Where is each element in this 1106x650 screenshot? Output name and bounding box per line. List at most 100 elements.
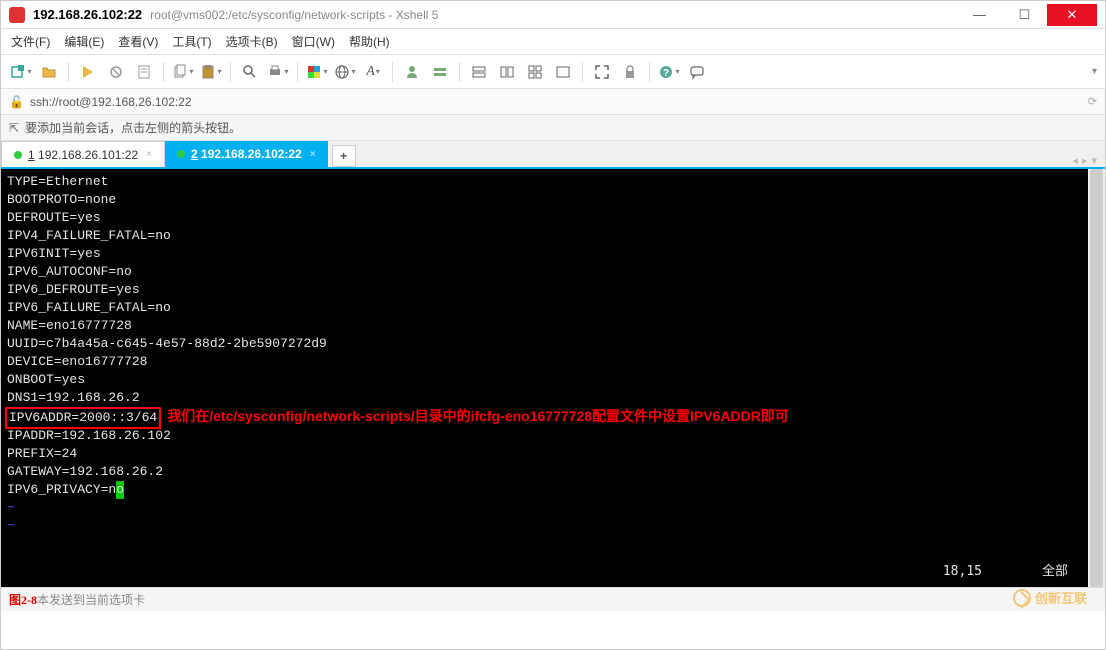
terminal-line: GATEWAY=192.168.26.2 (7, 464, 163, 479)
fullscreen-button[interactable] (590, 60, 614, 84)
new-tab-button[interactable]: + (332, 145, 356, 167)
vim-status-line: 18,15全部 (883, 563, 1068, 581)
copy-button[interactable] (171, 60, 195, 84)
terminal-line: IPADDR=192.168.26.102 (7, 428, 171, 443)
terminal-line: NAME=eno16777728 (7, 318, 132, 333)
address-bar: 🔓 ssh://root@192.168.26.102:22 ⟳ (1, 89, 1105, 115)
menu-window[interactable]: 窗口(W) (292, 33, 335, 50)
color-scheme-button[interactable] (305, 60, 329, 84)
toolbar-expand[interactable]: ▾ (1092, 66, 1097, 77)
toolbar: A ? ▾ (1, 55, 1105, 89)
menu-help[interactable]: 帮助(H) (349, 33, 390, 50)
tab-close-icon[interactable]: × (146, 149, 152, 160)
open-button[interactable] (37, 60, 61, 84)
layout-horizontal-button[interactable] (467, 60, 491, 84)
address-text[interactable]: ssh://root@192.168.26.102:22 (30, 95, 1088, 109)
terminal-line: BOOTPROTO=none (7, 192, 116, 207)
terminal-line: DEFROUTE=yes (7, 210, 101, 225)
minimize-button[interactable]: — (957, 4, 1002, 26)
terminal-scrollbar[interactable] (1088, 169, 1105, 587)
scrollbar-thumb[interactable] (1090, 169, 1103, 587)
chat-button[interactable] (685, 60, 709, 84)
layout-vertical-button[interactable] (495, 60, 519, 84)
tab-menu-icon[interactable]: ▾ (1091, 154, 1097, 167)
menu-tab[interactable]: 选项卡(B) (226, 33, 278, 50)
help-icon-button[interactable]: ? (657, 60, 681, 84)
tab-next-icon[interactable]: ▸ (1082, 154, 1088, 167)
status-bar: 图2-8本发送到当前选项卡 (1, 587, 1105, 611)
lock-button[interactable] (618, 60, 642, 84)
toolbar-sep (582, 62, 583, 82)
new-session-button[interactable] (9, 60, 33, 84)
toolbar-sep (230, 62, 231, 82)
user-button[interactable] (400, 60, 424, 84)
app-icon (9, 7, 25, 23)
reconnect-button[interactable] (76, 60, 100, 84)
address-refresh-icon[interactable]: ⟳ (1088, 95, 1097, 108)
terminal-container: TYPE=Ethernet BOOTPROTO=none DEFROUTE=ye… (1, 169, 1105, 587)
print-button[interactable] (266, 60, 290, 84)
toolbar-sep (459, 62, 460, 82)
titlebar: 192.168.26.102:22 root@vms002:/etc/sysco… (1, 1, 1105, 29)
terminal-line: IPV6_DEFROUTE=yes (7, 282, 140, 297)
add-session-arrow-icon[interactable]: ⇱ (9, 121, 19, 135)
font-button[interactable]: A (361, 60, 385, 84)
layout-grid-button[interactable] (523, 60, 547, 84)
annotation-text: 我们在/etc/sysconfig/network-scripts/目录中的if… (167, 408, 789, 424)
close-button[interactable]: ✕ (1047, 4, 1097, 26)
tab-bar: 1 192.168.26.101:22 × 2 192.168.26.102:2… (1, 141, 1105, 169)
menu-edit[interactable]: 编辑(E) (64, 33, 104, 50)
properties-button[interactable] (132, 60, 156, 84)
session-tab-1[interactable]: 1 192.168.26.101:22 × (1, 141, 165, 167)
layout-reset-button[interactable] (551, 60, 575, 84)
terminal-line: PREFIX=24 (7, 446, 77, 461)
tab-prev-icon[interactable]: ◂ (1072, 154, 1078, 167)
tab-label: 192.168.26.101:22 (38, 148, 138, 162)
tab-index: 1 (28, 148, 35, 162)
terminal-line: ONBOOT=yes (7, 372, 85, 387)
watermark: 创新互联 (1013, 588, 1087, 607)
tab-nav: ◂ ▸ ▾ (1072, 154, 1097, 167)
window-controls: — ☐ ✕ (957, 4, 1097, 26)
terminal-line: DNS1=192.168.26.2 (7, 390, 140, 405)
vim-tilde: ~ (7, 518, 15, 533)
search-button[interactable] (238, 60, 262, 84)
menu-tools[interactable]: 工具(T) (172, 33, 211, 50)
menubar: 文件(F) 编辑(E) 查看(V) 工具(T) 选项卡(B) 窗口(W) 帮助(… (1, 29, 1105, 55)
ftp-button[interactable] (428, 60, 452, 84)
lock-icon: 🔓 (9, 95, 24, 109)
highlighted-config-line: IPV6ADDR=2000::3/64 (5, 407, 161, 429)
window-title-sub: root@vms002:/etc/sysconfig/network-scrip… (150, 8, 438, 22)
terminal-line: IPV4_FAILURE_FATAL=no (7, 228, 171, 243)
terminal[interactable]: TYPE=Ethernet BOOTPROTO=none DEFROUTE=ye… (1, 169, 1088, 587)
menu-view[interactable]: 查看(V) (118, 33, 158, 50)
terminal-line: IPV6_PRIVACY=n (7, 482, 116, 497)
status-dot-icon (14, 151, 22, 159)
terminal-cursor: o (116, 481, 124, 499)
toolbar-sep (392, 62, 393, 82)
maximize-button[interactable]: ☐ (1002, 4, 1047, 26)
terminal-line: IPV6INIT=yes (7, 246, 101, 261)
vim-tilde: ~ (7, 500, 15, 515)
tab-close-icon[interactable]: × (310, 149, 316, 160)
globe-button[interactable] (333, 60, 357, 84)
terminal-line: TYPE=Ethernet (7, 174, 108, 189)
scroll-mode: 全部 (1042, 564, 1068, 579)
session-tab-2[interactable]: 2 192.168.26.102:22 × (165, 141, 328, 167)
toolbar-sep (297, 62, 298, 82)
terminal-line: IPV6_AUTOCONF=no (7, 264, 132, 279)
watermark-icon (1013, 589, 1031, 607)
svg-text:?: ? (663, 68, 669, 79)
info-text: 要添加当前会话，点击左侧的箭头按钮。 (25, 119, 241, 136)
toolbar-sep (649, 62, 650, 82)
status-text: 本发送到当前选项卡 (37, 591, 145, 608)
watermark-text: 创新互联 (1035, 588, 1087, 607)
disconnect-button[interactable] (104, 60, 128, 84)
terminal-line: UUID=c7b4a45a-c645-4e57-88d2-2be5907272d… (7, 336, 327, 351)
menu-file[interactable]: 文件(F) (11, 33, 50, 50)
tab-index: 2 (191, 147, 198, 161)
info-bar: ⇱ 要添加当前会话，点击左侧的箭头按钮。 (1, 115, 1105, 141)
paste-button[interactable] (199, 60, 223, 84)
terminal-line: DEVICE=eno16777728 (7, 354, 147, 369)
figure-label: 图2-8 (9, 591, 37, 608)
